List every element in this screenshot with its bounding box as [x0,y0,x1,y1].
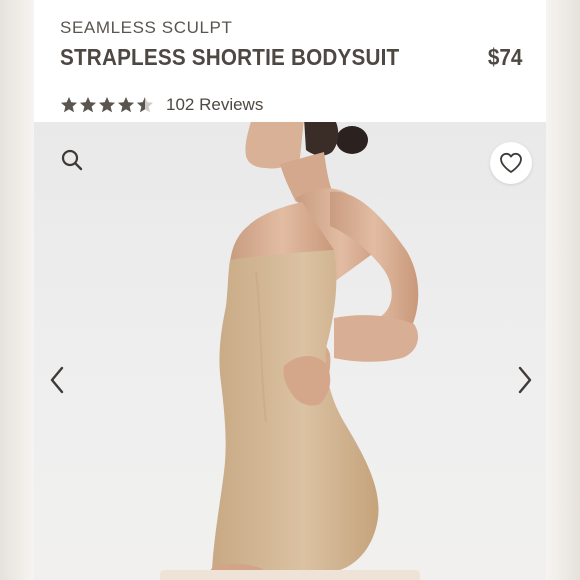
search-icon [61,149,83,171]
rating-summary[interactable]: 102 Reviews [60,94,263,116]
previous-image-button[interactable] [42,362,72,398]
product-card: SEAMLESS SCULPT STRAPLESS SHORTIE BODYSU… [34,0,546,580]
favorite-button[interactable] [490,142,532,184]
chevron-right-icon [518,366,532,394]
star-icon [99,97,115,113]
next-image-button[interactable] [510,362,540,398]
heart-icon [500,152,522,173]
product-photo [204,122,419,580]
product-header: SEAMLESS SCULPT STRAPLESS SHORTIE BODYSU… [34,0,546,122]
collection-name: SEAMLESS SCULPT [60,18,233,37]
product-title: STRAPLESS SHORTIE BODYSUIT [60,44,400,70]
star-icon [118,97,134,113]
search-button[interactable] [56,144,88,176]
star-icon [80,97,96,113]
chevron-left-icon [50,366,64,394]
star-icon [137,97,153,113]
product-price: $74 [487,44,522,70]
star-rating [60,96,154,114]
reviews-link[interactable]: 102 Reviews [166,95,263,115]
star-icon [61,97,77,113]
bottom-sheet-handle[interactable] [160,570,420,580]
product-image-carousel[interactable] [34,122,546,580]
